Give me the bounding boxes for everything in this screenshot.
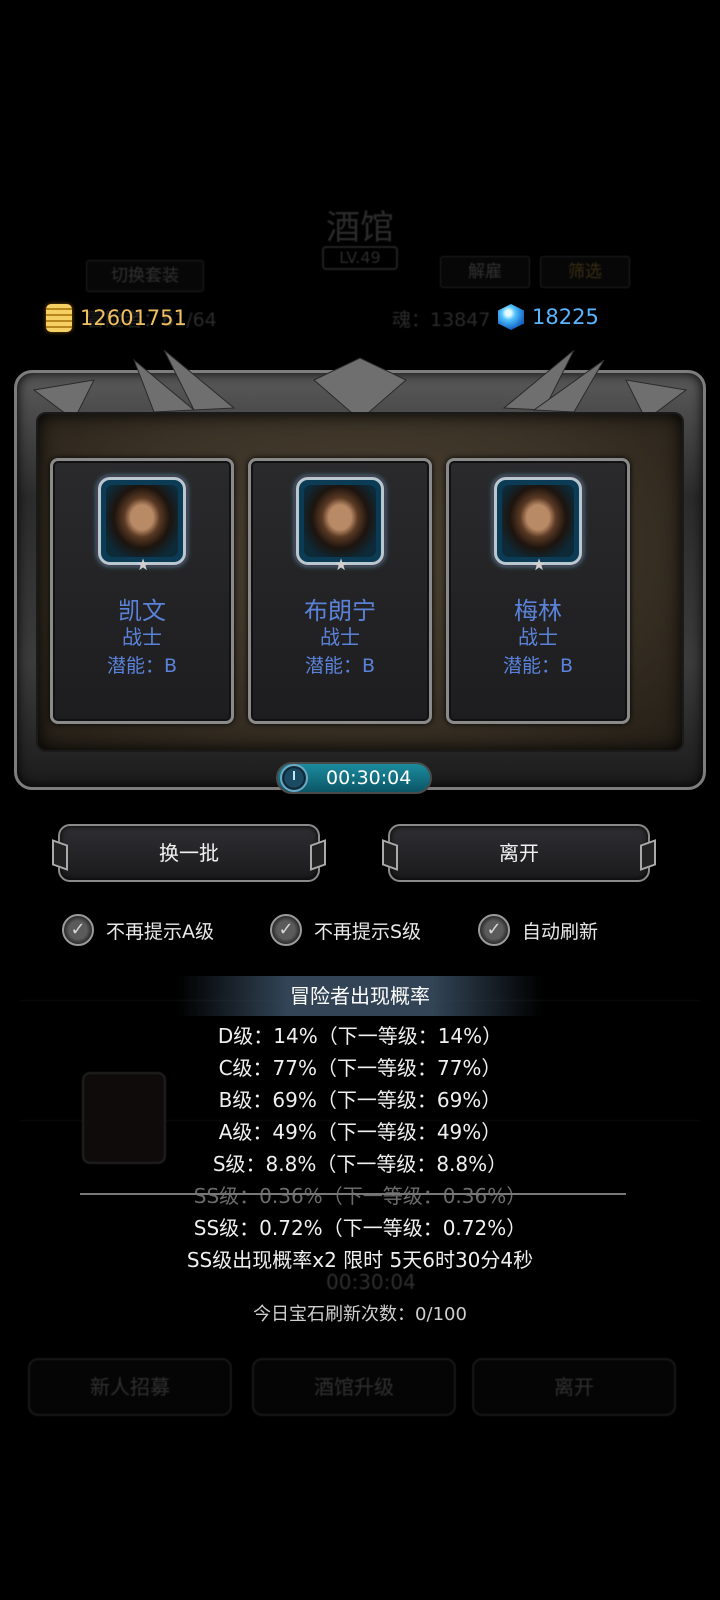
hero-potential: 潜能：B <box>304 655 376 677</box>
no-prompt-a-toggle[interactable]: 不再提示A级 <box>62 914 214 946</box>
clock-icon <box>280 764 308 792</box>
probability-line-b: B级：69%（下一等级：69%） <box>218 1088 502 1112</box>
background-screen: 酒馆 LV.49 切换套装 解雇 筛选 冒险者：61/64 魂：13847 00… <box>0 0 720 1600</box>
probability-line-ss: SS级：0.72%（下一等级：0.72%） <box>193 1216 527 1240</box>
star-icon: ★ <box>531 555 547 574</box>
hero-portrait <box>494 477 582 565</box>
strikethrough-line <box>80 1193 626 1195</box>
hero-card[interactable]: ★ 梅林 战士 潜能：B <box>446 458 630 724</box>
bg-dismiss-button: 解雇 <box>440 256 530 288</box>
hero-card[interactable]: ★ 布朗宁 战士 潜能：B <box>248 458 432 724</box>
probability-line-c: C级：77%（下一等级：77%） <box>218 1056 502 1080</box>
gold-coin-icon <box>46 304 72 332</box>
bg-upgrade-button: 酒馆升级 <box>252 1358 456 1416</box>
hero-class: 战士 <box>518 625 558 649</box>
checkbox-icon[interactable] <box>478 914 510 946</box>
no-prompt-s-toggle[interactable]: 不再提示S级 <box>270 914 421 946</box>
hero-face <box>304 485 376 557</box>
bg-title: 酒馆 <box>326 208 394 248</box>
refresh-timer: 00:30:04 <box>276 762 432 794</box>
bg-soul-count: 魂：13847 <box>392 309 491 331</box>
auto-refresh-toggle[interactable]: 自动刷新 <box>478 914 598 946</box>
gold-amount: 12601751 <box>80 306 187 330</box>
bg-timer: 00:30:04 <box>326 1270 416 1294</box>
bg-leave-button: 离开 <box>472 1358 676 1416</box>
hero-portrait <box>296 477 384 565</box>
gem-amount: 18225 <box>532 305 599 329</box>
hero-potential: 潜能：B <box>106 655 178 677</box>
checkbox-icon[interactable] <box>270 914 302 946</box>
star-icon: ★ <box>135 555 151 574</box>
probability-line-s: S级：8.8%（下一等级：8.8%） <box>212 1152 508 1176</box>
bg-switch-set-button: 切换套装 <box>86 260 204 292</box>
gem-display: 18225 <box>498 304 599 330</box>
hero-class: 战士 <box>122 625 162 649</box>
option-label: 不再提示A级 <box>106 920 214 943</box>
probability-line-a: A级：49%（下一等级：49%） <box>218 1120 502 1144</box>
refresh-batch-button[interactable]: 换一批 <box>58 824 320 882</box>
gold-display: 12601751 <box>46 304 187 332</box>
probability-line-d: D级：14%（下一等级：14%） <box>217 1024 503 1048</box>
limited-event-text: SS级出现概率x2 限时 5天6时30分4秒 <box>186 1248 534 1272</box>
option-label: 自动刷新 <box>522 920 599 943</box>
hero-potential: 潜能：B <box>502 655 574 677</box>
daily-gem-refresh-count: 今日宝石刷新次数：0/100 <box>253 1304 467 1325</box>
gem-icon <box>498 304 524 330</box>
hero-class: 战士 <box>320 625 360 649</box>
hero-face <box>106 485 178 557</box>
bg-recruit-button: 新人招募 <box>28 1358 232 1416</box>
timer-text: 00:30:04 <box>326 767 412 789</box>
bg-filter-button: 筛选 <box>540 256 630 288</box>
option-label: 不再提示S级 <box>314 920 422 943</box>
bg-level-badge: LV.49 <box>322 246 398 270</box>
star-icon: ★ <box>333 555 349 574</box>
hero-card[interactable]: ★ 凯文 战士 潜能：B <box>50 458 234 724</box>
hero-face <box>502 485 574 557</box>
hero-portrait <box>98 477 186 565</box>
leave-button[interactable]: 离开 <box>388 824 650 882</box>
checkbox-icon[interactable] <box>62 914 94 946</box>
probability-title: 冒险者出现概率 <box>178 976 542 1016</box>
